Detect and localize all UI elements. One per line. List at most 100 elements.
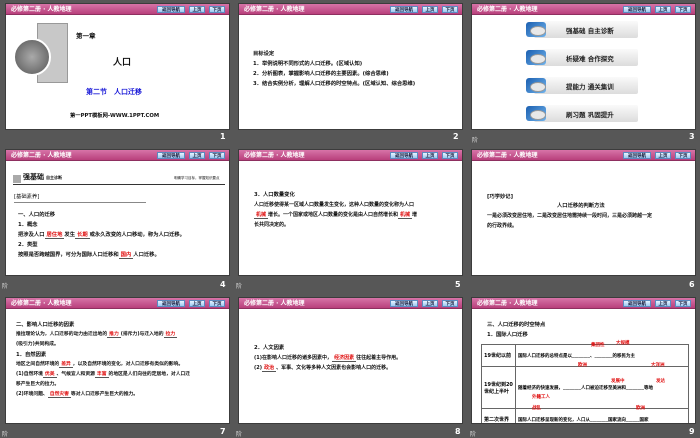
answer: 战乱 [532,406,541,411]
prev-page-button[interactable]: 上页 [655,300,671,307]
text-line: 1．概念 [18,222,38,228]
next-page-button[interactable]: 下页 [209,6,225,13]
header-title: 必修第二册 · 人教地理 [11,300,72,307]
back-nav-button[interactable]: 返回导航 [623,6,651,13]
prev-page-button[interactable]: 上页 [422,6,438,13]
table-row: 第二次世界 国际人口迁移呈现新的变化，人口从________国家流向______国… [481,408,689,423]
text: 、军事、文化等多种人文因素也会影响人口的迁移。 [276,365,392,371]
back-nav-button[interactable]: 返回导航 [390,6,418,13]
side-label: 阶 [236,283,243,290]
side-label: 阶 [470,431,477,438]
text-cell: 国际人口迁移呈现新的变化，人口从________国家流向______国家 [515,408,689,423]
next-page-button[interactable]: 下页 [209,152,225,159]
header-title: 必修第二册 · 人教地理 [244,152,305,159]
menu-label: 析疑难 合作探究 [566,55,614,63]
prev-page-button[interactable]: 上页 [189,300,205,307]
slide-thumbnail-8[interactable]: 必修第二册 · 人教地理 返回导航 上页 下页 2．人文因素 (1)在影响人口迁移的诸… [238,297,463,424]
menu-button-4[interactable]: 刷习题 巩固提升 [526,105,638,122]
back-nav-button[interactable]: 返回导航 [157,300,185,307]
back-nav-button[interactable]: 返回导航 [623,300,651,307]
menu-button-2[interactable]: 析疑难 合作探究 [526,49,638,66]
text-cell: 随着经济的快速发展，________人口被迫迁移至美洲和________等地 发展… [515,366,689,411]
slide-thumbnail-4[interactable]: 必修第二册 · 人教地理 返回导航 上页 下页 强基础 自主诊断 明确学习目标，掌握知… [5,149,230,276]
next-page-button[interactable]: 下页 [442,152,458,159]
slide-number: 4 [220,280,226,289]
prev-page-button[interactable]: 上页 [655,6,671,13]
back-nav-button[interactable]: 返回导航 [157,152,185,159]
menu-label: 刷习题 巩固提升 [566,111,614,119]
text: (1)在影响人口迁移的诸多因素中， [254,355,333,361]
side-label: 阶 [2,283,9,290]
text-line: (吸引力)共同构成。 [16,342,59,347]
answer-blank: 拉力 [163,332,178,338]
slide-thumbnail-2[interactable]: 必修第二册 · 人教地理 返回导航 上页 下页 目标设定 1．举例说明不同形式的人口迁… [238,3,463,130]
text-line: (1)自然环境 优美 、气候宜人和资源 丰富 的地区是人们向往的定居地，对人口迁 [16,370,190,380]
text: 、气候宜人和资源 [56,372,95,377]
slide-number: 6 [689,280,695,289]
objective-item: 1．举例说明不同形式的人口迁移。(区域认知) [253,61,363,67]
next-page-button[interactable]: 下页 [442,6,458,13]
text: 随着经济的快速发展，________人口被迫迁移至美洲和________等地 [518,385,653,391]
slide-number: 8 [455,427,461,436]
slide-header: 必修第二册 · 人教地理 返回导航 上页 下页 [6,298,229,309]
next-page-button[interactable]: 下页 [442,300,458,307]
text: (排斥力)与迁入地的 [120,332,164,337]
text: 发生 [64,232,76,238]
text-line: 一是必须改变居住地，二是改变居住地需持续一段时间，三是必须跨越一定 [487,213,653,219]
slide-number: 3 [689,132,695,141]
slide-number: 5 [455,280,461,289]
slide-thumbnail-5[interactable]: 必修第二册 · 人教地理 返回导航 上页 下页 3．人口数量变化 人口迁移使得某一区域… [238,149,463,276]
text: 推拉理论认为，人口迁移的动力由迁出地的 [16,332,108,337]
slide-thumbnail-7[interactable]: 必修第二册 · 人教地理 返回导航 上页 下页 二、影响人口迁移的因素 推拉理论认为，… [5,297,230,424]
prev-page-button[interactable]: 上页 [655,152,671,159]
text: 国际人口迁移的总特点是以________、________的移民为主 [518,353,635,359]
answer: 发达 [656,379,665,384]
slide-thumbnail-6[interactable]: 必修第二册 · 人教地理 返回导航 上页 下页 [巧学妙记] 人口迁移的判断方法 一是… [471,149,696,276]
banner-subtitle: 自主诊断 [46,175,62,180]
text: ，以及自然环境的变化，对人口迁移有类似的影响。 [72,362,184,367]
slide-thumbnail-9[interactable]: 必修第二册 · 人教地理 返回导航 上页 下页 三、人口迁移的时空特点 1．国际人口迁… [471,297,696,424]
text: (1)自然环境 [16,372,43,377]
menu-button-1[interactable]: 强基础 自主诊断 [526,21,638,38]
back-nav-button[interactable]: 返回导航 [390,152,418,159]
slide-header: 必修第二册 · 人教地理 返回导航 上页 下页 [472,4,695,15]
banner-square [13,175,21,183]
text: 或永久改变的人口移动，称为人口迁移。 [89,232,185,238]
objective-item: 2．分析图表，掌握影响人口迁移的主要因素。(综合思维) [253,71,389,77]
answer-blank: 长期 [75,232,90,239]
text-line: (2) 政治 、军事、文化等多种人文因素也会影响人口的迁移。 [254,363,391,373]
next-page-button[interactable]: 下页 [675,300,691,307]
text: 的地区是人们向往的定居地，对人口迁 [108,372,191,377]
mouse-icon [526,22,546,37]
slide-header: 必修第二册 · 人教地理 返回导航 上页 下页 [239,298,462,309]
next-page-button[interactable]: 下页 [675,6,691,13]
prev-page-button[interactable]: 上页 [189,6,205,13]
back-nav-button[interactable]: 返回导航 [623,152,651,159]
slide-header: 必修第二册 · 人教地理 返回导航 上页 下页 [6,4,229,15]
next-page-button[interactable]: 下页 [675,152,691,159]
slide-number: 1 [220,132,226,141]
back-nav-button[interactable]: 返回导航 [390,300,418,307]
section-title: 第二节 人口迁移 [86,88,142,96]
prev-page-button[interactable]: 上页 [422,152,438,159]
text-line: 推拉理论认为，人口迁移的动力由迁出地的 推力 (排斥力)与迁入地的 拉力 [16,330,178,340]
slide-thumbnail-3[interactable]: 必修第二册 · 人教地理 返回导航 上页 下页 强基础 自主诊断 析疑难 合作探究 提… [471,3,696,130]
slide-header: 必修第二册 · 人教地理 返回导航 上页 下页 [239,150,462,161]
text-line: 人口迁移的判断方法 [557,203,605,209]
prev-page-button[interactable]: 上页 [189,152,205,159]
text-line: 地区之间自然环境的 差异 ，以及自然环境的变化，对人口迁移有类似的影响。 [16,360,183,370]
period-cell: 第二次世界 [481,408,516,423]
slide-number: 2 [453,132,459,141]
text: 按照是否跨越国界，可分为国际人口迁移和 [18,252,119,258]
back-nav-button[interactable]: 返回导航 [157,6,185,13]
slide-number: 9 [689,427,695,436]
text-line: 1．自然因素 [16,352,47,358]
text: 增 [412,212,418,218]
slide-thumbnail-1[interactable]: 必修第二册 · 人教地理 返回导航 上页 下页 第一章 人口 第二节 人口迁移 第一P… [5,3,230,130]
prev-page-button[interactable]: 上页 [422,300,438,307]
text-line: 人口迁移使得某一区域人口数量发生变化，这种人口数量的变化称为人口 [254,202,415,208]
text-line: 长共同决定的。 [254,222,290,228]
menu-button-3[interactable]: 提能力 通关集训 [526,77,638,94]
mouse-icon [526,50,546,65]
next-page-button[interactable]: 下页 [209,300,225,307]
